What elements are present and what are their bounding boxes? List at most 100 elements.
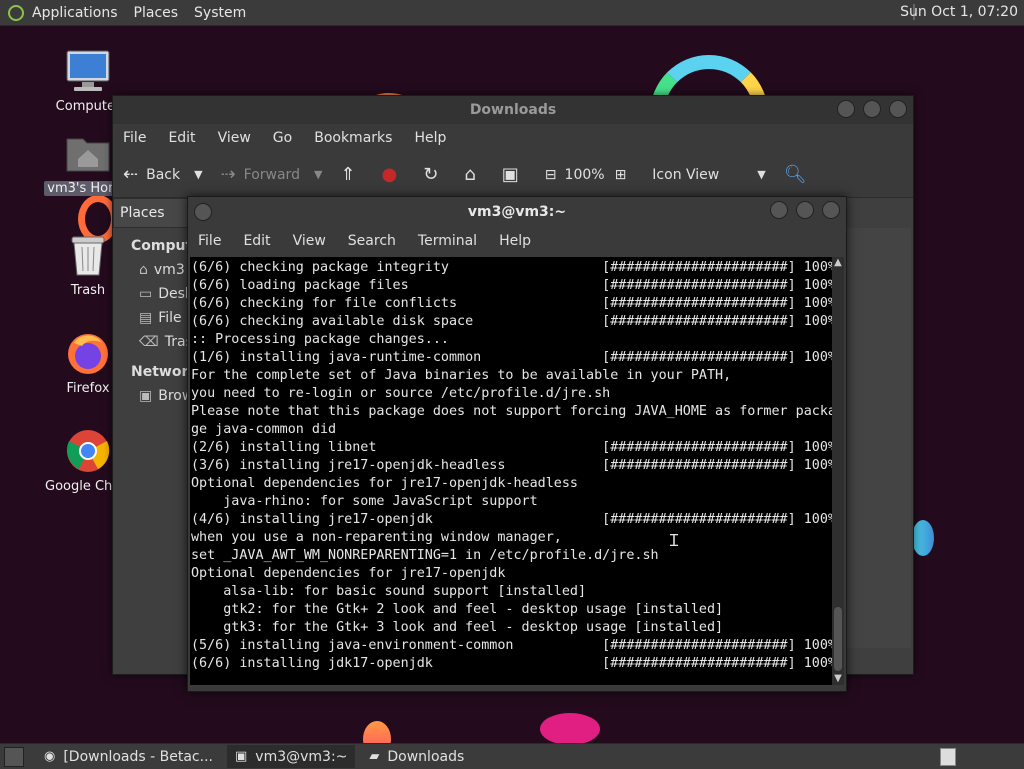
terminal-titlebar[interactable]: vm3@vm3:~ [188, 197, 846, 227]
scroll-up-icon[interactable]: ▲ [832, 257, 844, 269]
menu-file[interactable]: File [123, 130, 146, 146]
bottom-taskbar: ◉ [Downloads - Betac... ▣ vm3@vm3:~ ▰ Do… [0, 743, 1024, 769]
chrome-icon: ◉ [44, 749, 56, 764]
zoom-out-icon[interactable]: ⊟ [545, 167, 557, 183]
folder-icon: ▰ [369, 749, 380, 764]
close-button[interactable] [889, 100, 907, 118]
stop-button[interactable]: ● [382, 164, 406, 185]
terminal-line: (6/6) checking for file conflicts [#####… [191, 296, 832, 311]
zoom-in-icon[interactable]: ⊞ [615, 167, 627, 183]
show-desktop-button[interactable] [4, 746, 24, 767]
terminal-line: (4/6) installing jre17-openjdk [########… [191, 512, 832, 527]
chevron-down-icon[interactable]: ▼ [194, 168, 202, 181]
home-button[interactable]: ⌂ [464, 164, 483, 185]
file-list-pane[interactable] [845, 228, 911, 648]
reload-button[interactable]: ↻ [423, 164, 446, 185]
wallpaper-shape [363, 721, 391, 743]
close-button[interactable] [822, 201, 840, 219]
trash-icon: ⌫ [139, 334, 159, 350]
view-mode-select[interactable]: Icon View ▼ [652, 167, 765, 183]
up-button[interactable]: ⇑ [340, 164, 363, 185]
chrome-icon [64, 427, 112, 475]
terminal-output[interactable]: (6/6) checking package integrity [######… [190, 257, 832, 685]
forward-arrow-icon: ⇢ [220, 164, 236, 185]
terminal-line: (6/6) checking package integrity [######… [191, 260, 832, 275]
trash-applet-icon[interactable] [940, 748, 956, 766]
home-icon: ⌂ [464, 164, 476, 185]
scroll-down-icon[interactable]: ▼ [832, 673, 844, 685]
terminal-line: Optional dependencies for jre17-openjdk [191, 566, 506, 581]
window-title: vm3@vm3:~ [467, 204, 567, 220]
sidebar-item-label: Trash [164, 334, 189, 350]
sidebar-header[interactable]: Places [113, 198, 197, 228]
maximize-button[interactable] [863, 100, 881, 118]
terminal-line: (2/6) installing libnet [###############… [191, 440, 832, 455]
task-chrome[interactable]: ◉ [Downloads - Betac... [36, 745, 221, 768]
clock[interactable]: Sun Oct 1, 07:20 [900, 4, 1018, 20]
view-mode-label: Icon View [652, 166, 720, 183]
desktop-icon-label: Trash [70, 283, 106, 298]
drive-icon: ▤ [139, 310, 153, 326]
wallpaper-shape [540, 713, 600, 743]
sidebar-item-label: Browse Network [158, 388, 189, 404]
menu-search[interactable]: Search [348, 233, 396, 249]
sidebar-item-filesystem[interactable]: ▤ File System [113, 306, 189, 330]
menu-applications[interactable]: Applications [32, 5, 118, 21]
menu-system[interactable]: System [194, 5, 246, 21]
firefox-icon [64, 329, 112, 377]
search-button[interactable]: 🔍︎ [784, 164, 815, 185]
scrollbar-thumb[interactable] [834, 607, 842, 671]
computer-icon: ▣ [501, 164, 519, 185]
chevron-down-icon: ▼ [757, 168, 766, 181]
terminal-line: gtk3: for the Gtk+ 3 look and feel - des… [191, 620, 724, 635]
sidebar-item-label: Desktop [158, 286, 189, 302]
sidebar-item-desktop[interactable]: ▭ Desktop [113, 282, 189, 306]
sidebar-section-computer: Computer [131, 238, 209, 254]
menu-edit[interactable]: Edit [243, 233, 270, 249]
file-manager-toolbar: ⇠ Back ▼ ⇢ Forward ▼ ⇑ ● ↻ ⌂ ▣ ⊟ 100% ⊞ … [113, 152, 913, 198]
sidebar-item-trash[interactable]: ⌫ Trash [113, 330, 189, 354]
terminal-line: (3/6) installing jre17-openjdk-headless … [191, 458, 832, 473]
task-label: [Downloads - Betac... [63, 748, 213, 765]
back-button[interactable]: ⇠ Back ▼ [123, 164, 203, 185]
distro-logo-icon [8, 4, 24, 21]
sidebar-item-home[interactable]: ⌂ vm3 [113, 258, 189, 282]
back-label: Back [146, 166, 181, 183]
text-cursor-icon: Ｉ [666, 531, 683, 550]
file-manager-titlebar[interactable]: Downloads [113, 96, 913, 124]
chevron-down-icon[interactable]: ▼ [314, 168, 322, 181]
menu-terminal[interactable]: Terminal [418, 233, 477, 249]
terminal-icon: ▣ [234, 749, 248, 764]
window-title: Downloads [469, 102, 557, 118]
terminal-line: set _JAVA_AWT_WM_NONREPARENTING=1 in /et… [191, 548, 659, 563]
wallpaper-shape [912, 520, 934, 556]
menu-edit[interactable]: Edit [168, 130, 195, 146]
forward-button[interactable]: ⇢ Forward ▼ [221, 164, 323, 185]
terminal-window: vm3@vm3:~ File Edit View Search Terminal… [187, 196, 847, 692]
menu-view[interactable]: View [293, 233, 326, 249]
desktop-folder-icon: ▭ [139, 286, 153, 302]
menu-bookmarks[interactable]: Bookmarks [314, 130, 392, 146]
menu-help[interactable]: Help [414, 130, 446, 146]
maximize-button[interactable] [796, 201, 814, 219]
task-downloads[interactable]: ▰ Downloads [361, 745, 472, 768]
window-menu-button[interactable] [194, 203, 212, 221]
computer-button[interactable]: ▣ [502, 164, 527, 185]
terminal-scrollbar[interactable]: ▲ ▼ [832, 257, 844, 685]
trash-icon [64, 231, 112, 279]
minimize-button[interactable] [837, 100, 855, 118]
sidebar-item-browse-network[interactable]: ▣ Browse Network [113, 384, 189, 408]
forward-label: Forward [243, 166, 300, 183]
task-terminal[interactable]: ▣ vm3@vm3:~ [226, 745, 356, 768]
menu-file[interactable]: File [198, 233, 221, 249]
menu-go[interactable]: Go [273, 130, 292, 146]
terminal-line: java-rhino: for some JavaScript support [191, 494, 538, 509]
desktop-icon-label: Firefox [66, 381, 110, 396]
menu-places[interactable]: Places [134, 5, 179, 21]
menu-view[interactable]: View [218, 130, 251, 146]
minimize-button[interactable] [770, 201, 788, 219]
top-panel: Applications Places System Sun Oct 1, 07… [0, 0, 1024, 26]
terminal-line: you need to re-login or source /etc/prof… [191, 386, 611, 401]
search-icon: 🔍︎ [783, 164, 807, 185]
menu-help[interactable]: Help [499, 233, 531, 249]
